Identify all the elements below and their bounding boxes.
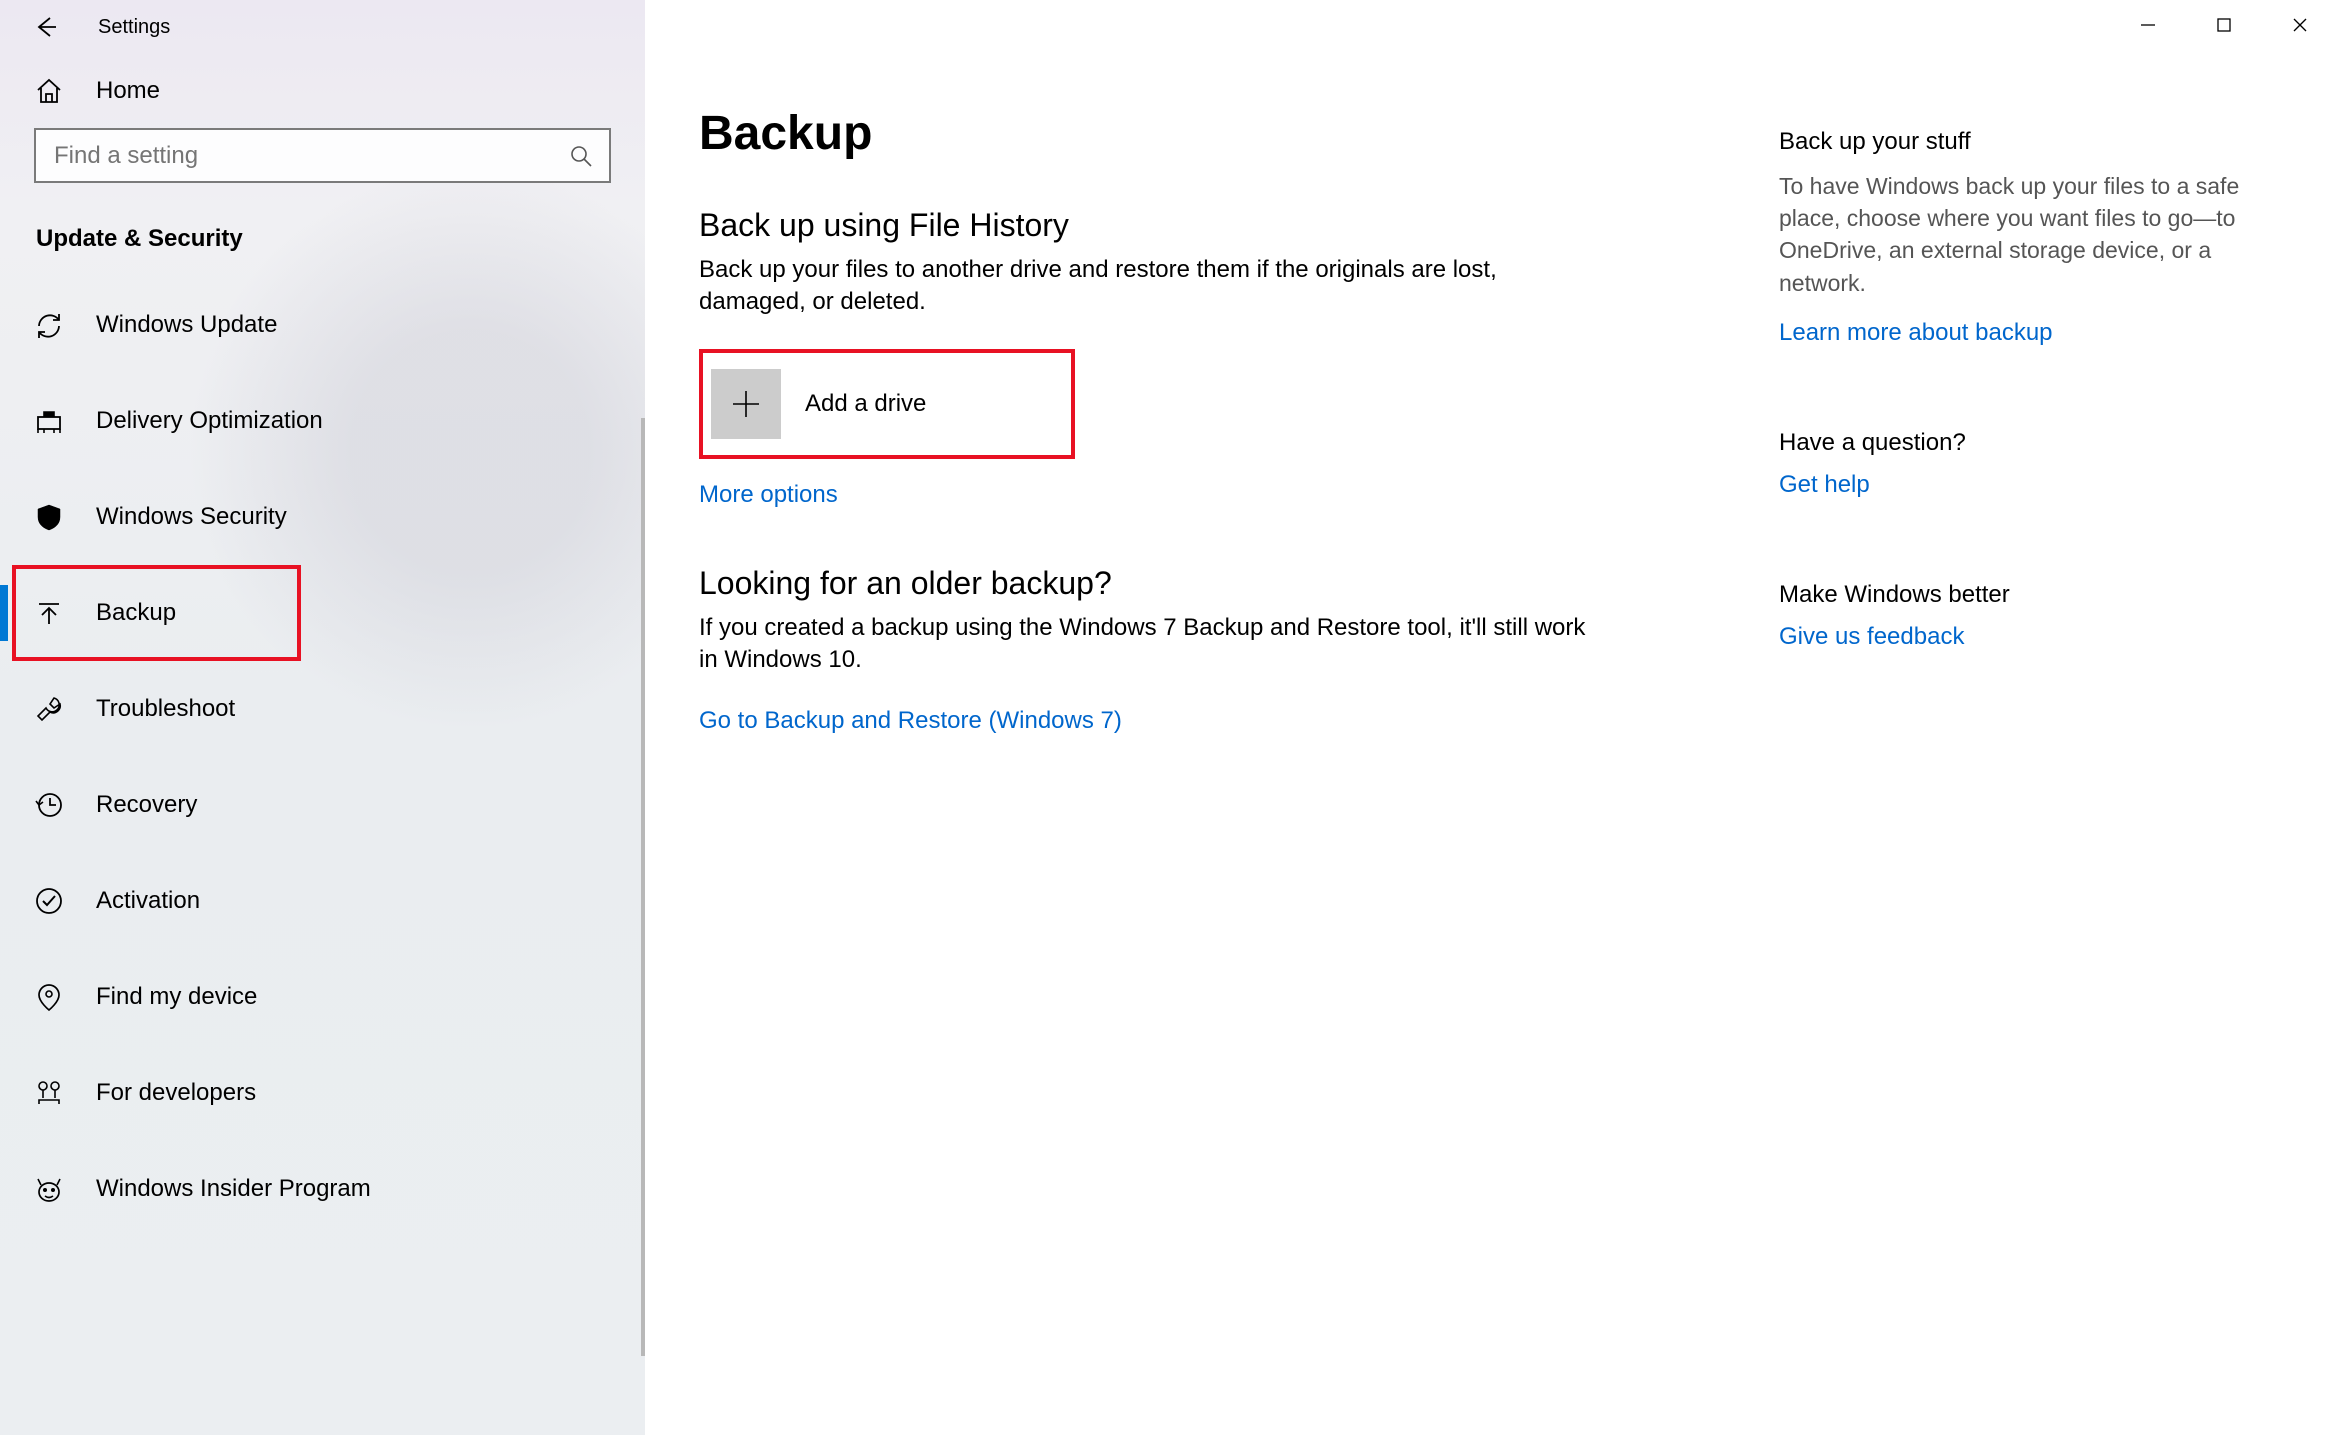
- aside-stuff-desc: To have Windows back up your files to a …: [1779, 170, 2294, 299]
- sidebar-home[interactable]: Home: [0, 54, 645, 128]
- minimize-icon: [2140, 17, 2156, 33]
- sidebar-item-label: Find my device: [96, 983, 257, 1011]
- sidebar-item-windows-update[interactable]: Windows Update: [0, 277, 645, 373]
- sidebar-item-delivery-optimization[interactable]: Delivery Optimization: [0, 373, 645, 469]
- window-title: Settings: [98, 16, 170, 39]
- sidebar-item-recovery[interactable]: Recovery: [0, 757, 645, 853]
- sidebar-item-windows-security[interactable]: Windows Security: [0, 469, 645, 565]
- sidebar-item-label: Recovery: [96, 791, 197, 819]
- page-title: Backup: [699, 106, 1599, 161]
- maximize-button[interactable]: [2186, 0, 2262, 50]
- search-input[interactable]: [34, 128, 611, 183]
- sidebar-item-find-my-device[interactable]: Find my device: [0, 949, 645, 1045]
- minimize-button[interactable]: [2110, 0, 2186, 50]
- history-icon: [34, 790, 96, 820]
- get-help-link[interactable]: Get help: [1779, 471, 1870, 499]
- developers-icon: [34, 1078, 96, 1108]
- back-arrow-icon: [32, 14, 58, 40]
- sidebar-item-label: For developers: [96, 1079, 256, 1107]
- goto-backup-restore-link[interactable]: Go to Backup and Restore (Windows 7): [699, 707, 1122, 735]
- sidebar-home-label: Home: [96, 77, 160, 105]
- home-icon: [34, 76, 96, 106]
- sidebar-item-label: Windows Insider Program: [96, 1175, 371, 1203]
- sidebar-item-for-developers[interactable]: For developers: [0, 1045, 645, 1141]
- sidebar-item-label: Windows Security: [96, 503, 287, 531]
- location-icon: [34, 982, 96, 1012]
- sidebar-item-backup[interactable]: Backup: [0, 565, 645, 661]
- aside-question-title: Have a question?: [1779, 429, 2294, 457]
- shield-icon: [34, 502, 96, 532]
- close-button[interactable]: [2262, 0, 2338, 50]
- sidebar-item-label: Troubleshoot: [96, 695, 235, 723]
- add-drive-highlight: Add a drive: [699, 349, 1075, 459]
- back-button[interactable]: [28, 10, 62, 44]
- aside-stuff-title: Back up your stuff: [1779, 128, 2294, 156]
- older-backup-title: Looking for an older backup?: [699, 565, 1599, 602]
- learn-more-backup-link[interactable]: Learn more about backup: [1779, 319, 2053, 347]
- insider-icon: [34, 1174, 96, 1204]
- file-history-title: Back up using File History: [699, 207, 1599, 244]
- aside-feedback-title: Make Windows better: [1779, 581, 2294, 609]
- file-history-desc: Back up your files to another drive and …: [699, 254, 1599, 319]
- check-circle-icon: [34, 886, 96, 916]
- search-icon: [569, 144, 593, 168]
- sidebar-item-label: Delivery Optimization: [96, 407, 323, 435]
- sidebar-item-label: Windows Update: [96, 311, 277, 339]
- older-backup-desc: If you created a backup using the Window…: [699, 612, 1599, 677]
- add-drive-button[interactable]: [711, 369, 781, 439]
- backup-icon: [34, 598, 96, 628]
- sidebar-item-label: Backup: [96, 599, 176, 627]
- sidebar-item-label: Activation: [96, 887, 200, 915]
- sidebar-group-title: Update & Security: [0, 183, 645, 277]
- give-feedback-link[interactable]: Give us feedback: [1779, 623, 1964, 651]
- sidebar-item-troubleshoot[interactable]: Troubleshoot: [0, 661, 645, 757]
- close-icon: [2292, 17, 2308, 33]
- plus-icon: [729, 387, 763, 421]
- sidebar-item-activation[interactable]: Activation: [0, 853, 645, 949]
- maximize-icon: [2217, 18, 2231, 32]
- delivery-icon: [34, 406, 96, 436]
- wrench-icon: [34, 694, 96, 724]
- add-drive-label: Add a drive: [805, 390, 926, 418]
- sync-icon: [34, 310, 96, 340]
- more-options-link[interactable]: More options: [699, 481, 838, 509]
- sidebar-item-windows-insider[interactable]: Windows Insider Program: [0, 1141, 645, 1237]
- sidebar-scrollbar[interactable]: [641, 418, 645, 1356]
